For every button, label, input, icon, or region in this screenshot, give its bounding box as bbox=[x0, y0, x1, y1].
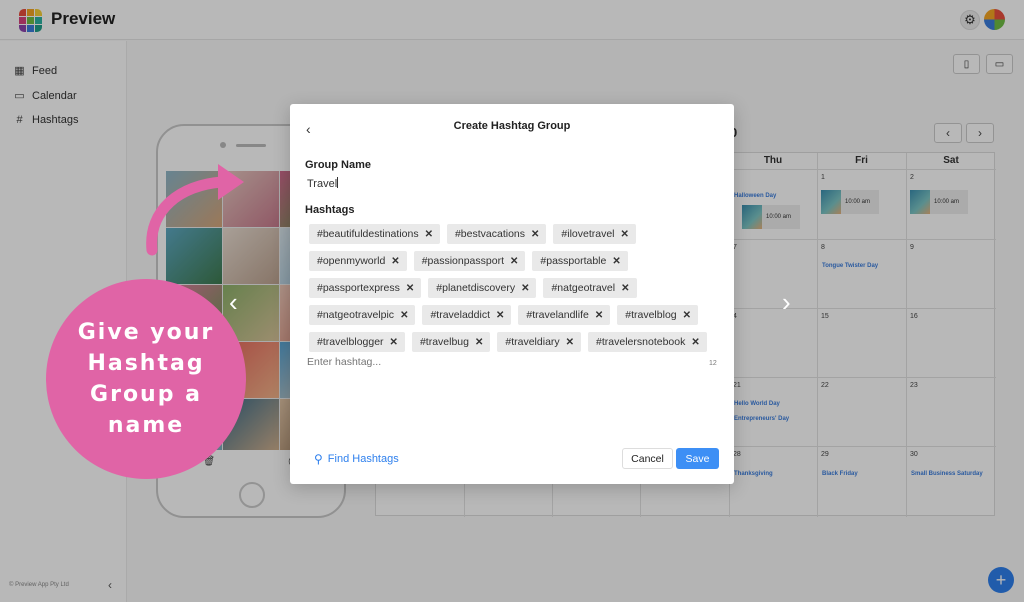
hashtag-chip-label: #traveldiary bbox=[505, 336, 560, 348]
remove-tag-icon[interactable]: ✕ bbox=[621, 229, 629, 240]
hashtag-chip-label: #natgeotravelpic bbox=[317, 309, 395, 321]
hashtag-chip: #passportable ✕ bbox=[532, 251, 628, 271]
hashtag-count: 12 bbox=[709, 360, 717, 367]
remove-tag-icon[interactable]: ✕ bbox=[595, 310, 603, 321]
remove-tag-icon[interactable]: ✕ bbox=[406, 283, 414, 294]
hashtag-chip-label: #passionpassport bbox=[421, 255, 504, 267]
hashtag-chip: #travelersnotebook ✕ bbox=[588, 332, 707, 352]
hashtag-chip-label: #travelblog bbox=[625, 309, 677, 321]
remove-tag-icon[interactable]: ✕ bbox=[475, 337, 483, 348]
remove-tag-icon[interactable]: ✕ bbox=[425, 229, 433, 240]
promo-callout: Give your Hashtag Group a name bbox=[46, 279, 246, 479]
hashtag-chip-label: #travelersnotebook bbox=[596, 336, 686, 348]
remove-tag-icon[interactable]: ✕ bbox=[400, 310, 408, 321]
find-hashtags-label: Find Hashtags bbox=[327, 453, 399, 465]
remove-tag-icon[interactable]: ✕ bbox=[621, 283, 629, 294]
hashtag-chip: #travelandlife ✕ bbox=[518, 305, 611, 325]
save-button[interactable]: Save bbox=[676, 448, 719, 469]
promo-text: Give your Hashtag Group a name bbox=[77, 320, 215, 438]
remove-tag-icon[interactable]: ✕ bbox=[391, 256, 399, 267]
hashtag-chip: #travelbug ✕ bbox=[411, 332, 491, 352]
create-hashtag-group-dialog: ‹ Create Hashtag Group Group Name Travel… bbox=[290, 104, 734, 484]
remove-tag-icon[interactable]: ✕ bbox=[683, 310, 691, 321]
hashtag-chip-label: #planetdiscovery bbox=[436, 282, 516, 294]
hashtag-chip-label: #natgeotravel bbox=[551, 282, 616, 294]
hashtag-chip: #beautifuldestinations ✕ bbox=[309, 224, 440, 244]
remove-tag-icon[interactable]: ✕ bbox=[390, 337, 398, 348]
remove-tag-icon[interactable]: ✕ bbox=[691, 337, 699, 348]
hashtag-input[interactable] bbox=[307, 356, 637, 368]
hashtag-chip-label: #ilovetravel bbox=[561, 228, 615, 240]
hashtag-chip-list: #beautifuldestinations ✕ #bestvacations ✕ … bbox=[309, 224, 717, 359]
hashtag-chip-label: #travelandlife bbox=[526, 309, 589, 321]
hashtag-chip: #traveladdict ✕ bbox=[422, 305, 512, 325]
hashtag-chip-label: #passportable bbox=[540, 255, 607, 267]
hashtag-chip: #ilovetravel ✕ bbox=[553, 224, 636, 244]
hashtag-chip: #travelblog ✕ bbox=[617, 305, 699, 325]
hashtag-chip-label: #travelbug bbox=[419, 336, 469, 348]
text-caret bbox=[337, 177, 339, 188]
remove-tag-icon[interactable]: ✕ bbox=[496, 310, 504, 321]
hashtag-chip: #passionpassport ✕ bbox=[413, 251, 526, 271]
hashtag-chip: #traveldiary ✕ bbox=[497, 332, 582, 352]
slide-next-icon[interactable]: › bbox=[782, 287, 791, 318]
remove-tag-icon[interactable]: ✕ bbox=[531, 229, 539, 240]
group-name-value: Travel bbox=[307, 178, 338, 190]
hashtags-label: Hashtags bbox=[305, 204, 355, 216]
hashtag-chip-label: #bestvacations bbox=[454, 228, 526, 240]
remove-tag-icon[interactable]: ✕ bbox=[566, 337, 574, 348]
hashtag-chip-label: #traveladdict bbox=[430, 309, 490, 321]
remove-tag-icon[interactable]: ✕ bbox=[521, 283, 529, 294]
cancel-button[interactable]: Cancel bbox=[622, 448, 673, 469]
slide-prev-icon[interactable]: ‹ bbox=[229, 287, 238, 318]
hashtag-chip: #planetdiscovery ✕ bbox=[428, 278, 537, 298]
remove-tag-icon[interactable]: ✕ bbox=[510, 256, 518, 267]
hashtag-chip-label: #openmyworld bbox=[317, 255, 386, 267]
remove-tag-icon[interactable]: ✕ bbox=[612, 256, 620, 267]
hashtag-chip: #natgeotravelpic ✕ bbox=[309, 305, 416, 325]
hashtag-chip: #bestvacations ✕ bbox=[446, 224, 547, 244]
hashtag-chip: #passportexpress ✕ bbox=[309, 278, 422, 298]
curved-arrow-icon bbox=[146, 164, 244, 256]
hashtag-chip: #natgeotravel ✕ bbox=[543, 278, 637, 298]
search-icon: ⚲ bbox=[314, 452, 323, 466]
hashtag-chip: #travelblogger ✕ bbox=[309, 332, 405, 352]
find-hashtags-link[interactable]: ⚲ Find Hashtags bbox=[314, 452, 399, 466]
hashtag-chip: #openmyworld ✕ bbox=[309, 251, 407, 271]
hashtag-chip-label: #beautifuldestinations bbox=[317, 228, 419, 240]
hashtag-chip-label: #travelblogger bbox=[317, 336, 384, 348]
group-name-field[interactable]: Travel bbox=[307, 177, 507, 191]
dialog-title: Create Hashtag Group bbox=[453, 120, 571, 132]
group-name-label: Group Name bbox=[305, 159, 372, 171]
hashtag-chip-label: #passportexpress bbox=[317, 282, 400, 294]
